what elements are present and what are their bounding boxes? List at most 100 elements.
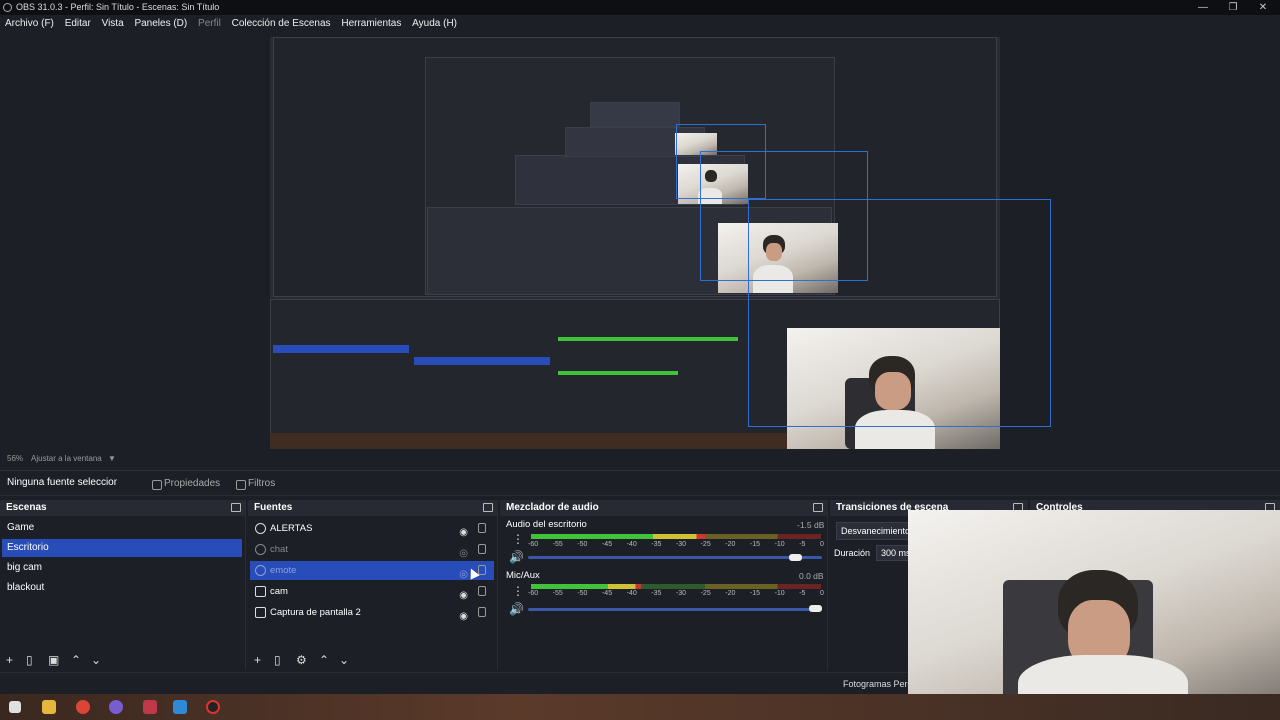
chrome-profile-icon[interactable] <box>109 700 123 714</box>
speaker-icon[interactable]: 🔊 <box>509 603 524 615</box>
browser-source-icon <box>255 565 266 576</box>
menu-archivo[interactable]: Archivo (F) <box>5 18 54 29</box>
lock-icon[interactable] <box>478 544 486 554</box>
scale-tick: -30 <box>675 541 687 548</box>
zoom-bar: 56% Ajustar a la ventana ▼ <box>0 452 1280 466</box>
fit-window-dropdown[interactable]: Ajustar a la ventana <box>31 452 102 466</box>
windows-start-icon[interactable] <box>9 701 21 713</box>
menu-vista[interactable]: Vista <box>102 18 124 29</box>
undock-icon[interactable] <box>483 503 493 512</box>
mic-volume-knob[interactable] <box>809 605 822 612</box>
app-icon[interactable] <box>143 700 157 714</box>
mic-volume-slider[interactable] <box>528 608 822 611</box>
camera-icon <box>255 586 266 597</box>
scale-tick: -35 <box>651 541 662 548</box>
filters-button[interactable]: Filtros <box>234 475 275 493</box>
scale-tick: -55 <box>552 590 563 597</box>
move-up-icon[interactable]: ⌃ <box>319 654 329 666</box>
check-app-icon[interactable] <box>173 700 187 714</box>
nested-scene-selected <box>273 345 409 353</box>
menu-herramientas[interactable]: Herramientas <box>341 18 401 29</box>
scale-tick: -25 <box>700 541 711 548</box>
source-item-chat[interactable]: chat ◎ <box>250 540 494 559</box>
more-icon[interactable]: ⋮ <box>512 533 524 545</box>
nested-meter-2 <box>558 371 678 375</box>
mixer-title: Mezclador de audio <box>506 502 599 513</box>
scenes-dock: Escenas Game Escritorio big cam blackout… <box>0 500 246 670</box>
source-label: cam <box>270 586 288 597</box>
speaker-icon[interactable]: 🔊 <box>509 551 524 563</box>
desktop-meter-level <box>531 534 705 539</box>
obs-logo-icon <box>3 3 12 12</box>
scale-tick: -50 <box>577 541 588 548</box>
mic-meter-scale: -60 -55 -50 -45 -40 -35 -30 -25 -20 -15 -10 -5 0 <box>528 590 824 597</box>
lock-icon[interactable] <box>478 586 486 596</box>
channel-desktop-name: Audio del escritorio <box>506 519 587 530</box>
scale-tick: -40 <box>626 541 637 548</box>
undock-icon[interactable] <box>813 503 823 512</box>
sources-title: Fuentes <box>254 502 293 513</box>
move-down-icon[interactable]: ⌄ <box>91 654 101 666</box>
scale-tick: -5 <box>799 541 806 548</box>
scale-tick: -5 <box>799 590 806 597</box>
scene-item-escritorio[interactable]: Escritorio <box>2 539 242 557</box>
mixer-header: Mezclador de audio <box>500 500 827 516</box>
scene-item-big-cam[interactable]: big cam <box>2 559 242 577</box>
scale-tick: -25 <box>700 590 711 597</box>
undock-icon[interactable] <box>231 503 241 512</box>
source-item-alertas[interactable]: ALERTAS ◉ <box>250 519 494 538</box>
maximize-button[interactable]: ❐ <box>1218 0 1248 15</box>
nested-obs-window-5 <box>590 102 680 127</box>
channel-mic-name: Mic/Aux <box>506 570 540 581</box>
menu-editar[interactable]: Editar <box>65 18 91 29</box>
move-up-icon[interactable]: ⌃ <box>71 654 81 666</box>
desktop-meter-scale: -60 -55 -50 -45 -40 -35 -30 -25 -20 -15 -10 -5 0 <box>528 541 824 548</box>
menu-perfil[interactable]: Perfil <box>198 18 221 29</box>
chevron-down-icon[interactable]: ▼ <box>108 452 116 466</box>
trash-icon[interactable]: ▯ <box>274 654 281 666</box>
zoom-level: 56% <box>7 454 24 463</box>
scale-tick: 0 <box>819 590 824 597</box>
add-icon[interactable]: + <box>6 654 13 666</box>
lock-icon[interactable] <box>478 607 486 617</box>
trash-icon[interactable]: ▯ <box>26 654 33 666</box>
gear-icon[interactable]: ⚙ <box>296 654 307 666</box>
desktop-volume-knob[interactable] <box>789 554 803 561</box>
nested-source-selected <box>414 357 550 365</box>
source-item-cam[interactable]: cam ◉ <box>250 582 494 601</box>
properties-button[interactable]: Propiedades <box>150 475 220 493</box>
add-icon[interactable]: + <box>254 654 261 666</box>
desktop-volume-slider[interactable] <box>528 556 822 559</box>
menu-coleccion-escenas[interactable]: Colección de Escenas <box>232 18 331 29</box>
close-button[interactable]: ✕ <box>1248 0 1278 15</box>
source-item-captura[interactable]: Captura de pantalla 2 ◉ <box>250 603 494 622</box>
scenes-header: Escenas <box>0 500 245 516</box>
properties-bar: Ninguna fuente seleccionada Propiedades … <box>0 470 1280 496</box>
scale-tick: -20 <box>725 590 736 597</box>
scene-item-game[interactable]: Game <box>2 519 242 537</box>
more-icon[interactable]: ⋮ <box>512 585 524 597</box>
mic-meter-level <box>531 584 642 589</box>
scale-tick: -50 <box>577 590 588 597</box>
channel-desktop-db: -1.5 dB <box>797 520 825 530</box>
chrome-icon[interactable] <box>76 700 90 714</box>
file-explorer-icon[interactable] <box>42 700 56 714</box>
menu-ayuda[interactable]: Ayuda (H) <box>412 18 457 29</box>
scale-tick: -35 <box>651 590 662 597</box>
scene-item-blackout[interactable]: blackout <box>2 579 242 597</box>
minimize-button[interactable]: — <box>1188 0 1218 15</box>
scale-tick: -10 <box>774 541 785 548</box>
scale-tick: -55 <box>552 541 563 548</box>
lock-icon[interactable] <box>478 523 486 533</box>
move-down-icon[interactable]: ⌄ <box>339 654 349 666</box>
scale-tick: -60 <box>528 590 539 597</box>
menu-paneles[interactable]: Paneles (D) <box>134 18 187 29</box>
eye-icon[interactable]: ◉ <box>459 607 468 626</box>
obs-taskbar-icon[interactable] <box>206 700 220 714</box>
duration-label: Duración <box>834 548 871 558</box>
source-item-emote[interactable]: emote ◎ <box>250 561 494 580</box>
source-label: chat <box>270 544 288 555</box>
filter-icon[interactable]: ▣ <box>48 654 59 666</box>
scale-tick: -45 <box>601 590 613 597</box>
source-label: emote <box>270 565 297 576</box>
